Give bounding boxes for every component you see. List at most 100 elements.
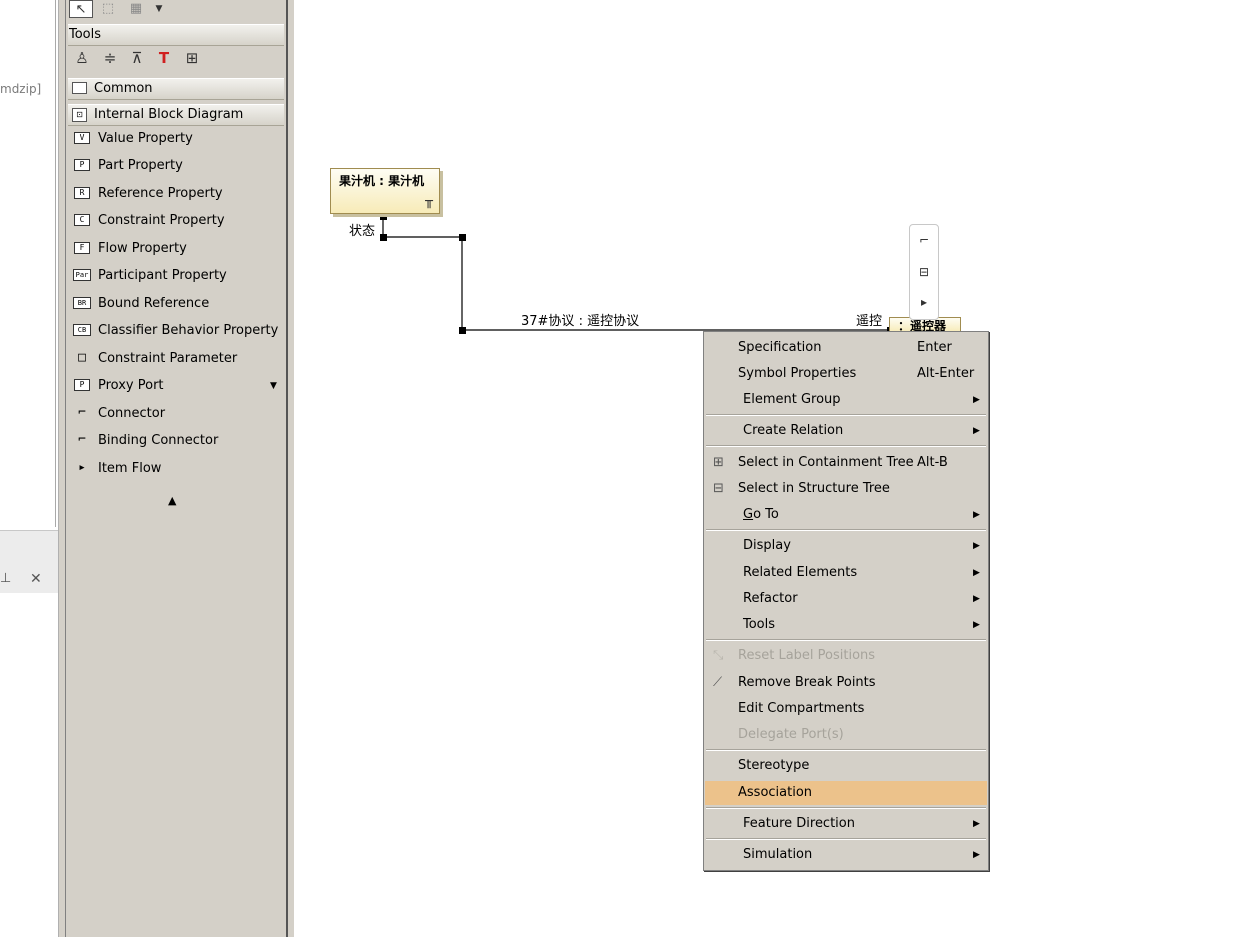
note-icon[interactable]: ⌐: [914, 229, 934, 251]
palette-item-constraint-parameter[interactable]: □ Constraint Parameter: [72, 348, 284, 370]
palette-section-common[interactable]: Common: [68, 78, 284, 100]
connector-label[interactable]: 37#协议 : 遥控协议: [521, 310, 640, 329]
menu-item-label: Reset Label Positions: [738, 648, 876, 663]
palette-item-label: Binding Connector: [98, 433, 219, 448]
pointer-icon[interactable]: ↖: [69, 0, 93, 18]
palette-item-label: Constraint Property: [98, 213, 225, 228]
layout-icon[interactable]: ⊞: [182, 48, 202, 68]
palette-item-part-property[interactable]: P Part Property: [72, 155, 284, 177]
menu-separator: [706, 529, 986, 531]
menu-item-edit-compartments[interactable]: Edit Compartments: [705, 697, 987, 721]
submenu-arrow-icon: ▶: [973, 510, 980, 520]
connector-handle[interactable]: [459, 327, 466, 334]
menu-item-create-relation[interactable]: Create Relation ▶: [705, 419, 987, 443]
menu-separator: [706, 749, 986, 751]
menu-item-label: Related Elements: [743, 565, 858, 580]
palette-section-tools[interactable]: Tools: [68, 24, 284, 46]
structure-icon[interactable]: ⊟: [914, 261, 934, 283]
menu-item-label: Delegate Port(s): [738, 727, 844, 742]
triangle-up-icon[interactable]: ▲: [168, 494, 176, 507]
smart-manipulator-toolbar: ⌐ ⊟ ▸: [909, 224, 939, 320]
palette-item-item-flow[interactable]: ▸ Item Flow: [72, 458, 284, 480]
menu-item-specification[interactable]: Specification Enter: [705, 336, 987, 360]
menu-item-reset-label-positions: ⤡ Reset Label Positions: [705, 644, 987, 668]
constraint-property-icon: C: [74, 214, 90, 226]
menu-item-shortcut: Alt-B: [917, 455, 948, 470]
palette-item-label: Bound Reference: [98, 296, 210, 311]
close-icon[interactable]: ✕: [30, 571, 42, 587]
section-label: Internal Block Diagram: [94, 107, 244, 122]
submenu-arrow-icon: ▶: [973, 568, 980, 578]
menu-separator: [706, 807, 986, 809]
dropdown-arrow-icon[interactable]: ▼: [152, 0, 166, 18]
palette-item-binding-connector[interactable]: ⌐ Binding Connector: [72, 430, 284, 452]
palette-item-value-property[interactable]: V Value Property: [72, 128, 284, 150]
menu-item-display[interactable]: Display ▶: [705, 534, 987, 558]
constraint-parameter-icon: □: [78, 350, 86, 365]
menu-separator: [706, 838, 986, 840]
menu-item-remove-break-points[interactable]: ⟋ Remove Break Points: [705, 671, 987, 695]
menu-item-stereotype[interactable]: Stereotype: [705, 754, 987, 778]
palette-item-label: Connector: [98, 406, 166, 421]
menu-item-element-group[interactable]: Element Group ▶: [705, 388, 987, 412]
connector-handle[interactable]: [380, 213, 387, 220]
person-icon[interactable]: ♙: [72, 48, 92, 68]
port-label-state[interactable]: 状态: [349, 220, 376, 239]
palette-item-classifier-behavior-property[interactable]: CB Classifier Behavior Property: [72, 320, 284, 342]
menu-item-simulation[interactable]: Simulation ▶: [705, 843, 987, 867]
proxy-port-icon: P: [74, 379, 90, 391]
align-vertical-icon[interactable]: ⊼: [127, 48, 147, 68]
section-label: Tools: [69, 27, 102, 42]
menu-item-select-in-containment-tree[interactable]: ⊞ Select in Containment Tree Alt-B: [705, 451, 987, 475]
pin-icon[interactable]: ⊥: [0, 571, 11, 586]
menu-item-label: Select in Containment Tree: [738, 455, 914, 470]
menu-item-label: Simulation: [743, 847, 813, 862]
palette-item-label: Classifier Behavior Property: [98, 323, 279, 338]
palette-item-participant-property[interactable]: Par Participant Property: [72, 265, 284, 287]
menu-separator: [706, 445, 986, 447]
palette-section-ibd[interactable]: ⊡ Internal Block Diagram: [68, 104, 284, 126]
palette-item-label: Part Property: [98, 158, 183, 173]
menu-item-feature-direction[interactable]: Feature Direction ▶: [705, 812, 987, 836]
menu-item-related-elements[interactable]: Related Elements ▶: [705, 561, 987, 585]
menu-item-symbol-properties[interactable]: Symbol Properties Alt-Enter: [705, 362, 987, 386]
binding-connector-icon: ⌐: [78, 432, 86, 447]
palette-item-flow-property[interactable]: F Flow Property: [72, 238, 284, 260]
text-icon[interactable]: T: [154, 48, 174, 68]
submenu-arrow-icon: ▶: [973, 395, 980, 405]
menu-item-select-in-structure-tree[interactable]: ⊟ Select in Structure Tree: [705, 477, 987, 501]
port-label-remote[interactable]: 遥控: [856, 310, 883, 329]
section-label: Common: [94, 81, 153, 96]
palette-item-proxy-port[interactable]: P Proxy Port ▼: [72, 375, 284, 397]
menu-item-refactor[interactable]: Refactor ▶: [705, 587, 987, 611]
palette-border: [286, 0, 294, 937]
panel-splitter[interactable]: [58, 0, 66, 937]
menu-item-tools[interactable]: Tools ▶: [705, 613, 987, 637]
item-flow-icon[interactable]: ▸: [914, 291, 934, 313]
menu-item-delegate-ports: Delegate Port(s): [705, 723, 987, 747]
connector-handle[interactable]: [459, 234, 466, 241]
menu-item-go-to[interactable]: Go To ▶: [705, 503, 987, 527]
submenu-arrow-icon: ▶: [973, 426, 980, 436]
grid-select-icon[interactable]: ▦: [124, 0, 148, 18]
reference-property-icon: R: [74, 187, 90, 199]
menu-item-label: Display: [743, 538, 791, 553]
palette-item-bound-reference[interactable]: BR Bound Reference: [72, 293, 284, 315]
palette-item-reference-property[interactable]: R Reference Property: [72, 183, 284, 205]
align-horizontal-icon[interactable]: ≑: [100, 48, 120, 68]
connector-handle[interactable]: [380, 234, 387, 241]
dropdown-arrow-icon[interactable]: ▼: [270, 375, 277, 397]
menu-item-association[interactable]: Association: [705, 781, 987, 805]
left-panel-border: [55, 0, 56, 527]
palette-item-label: Constraint Parameter: [98, 351, 238, 366]
palette-item-label: Flow Property: [98, 241, 187, 256]
context-menu: Specification Enter Symbol Properties Al…: [703, 331, 989, 871]
palette-item-connector[interactable]: ⌐ Connector: [72, 403, 284, 425]
item-flow-icon: ▸: [78, 460, 86, 475]
classifier-behavior-property-icon: CB: [73, 324, 91, 336]
submenu-arrow-icon: ▶: [973, 850, 980, 860]
palette-item-constraint-property[interactable]: C Constraint Property: [72, 210, 284, 232]
menu-item-label: Feature Direction: [743, 816, 855, 831]
part-juicer[interactable]: 果汁机 : 果汁机 ╥: [330, 168, 440, 214]
lasso-select-icon[interactable]: ⬚: [96, 0, 120, 18]
